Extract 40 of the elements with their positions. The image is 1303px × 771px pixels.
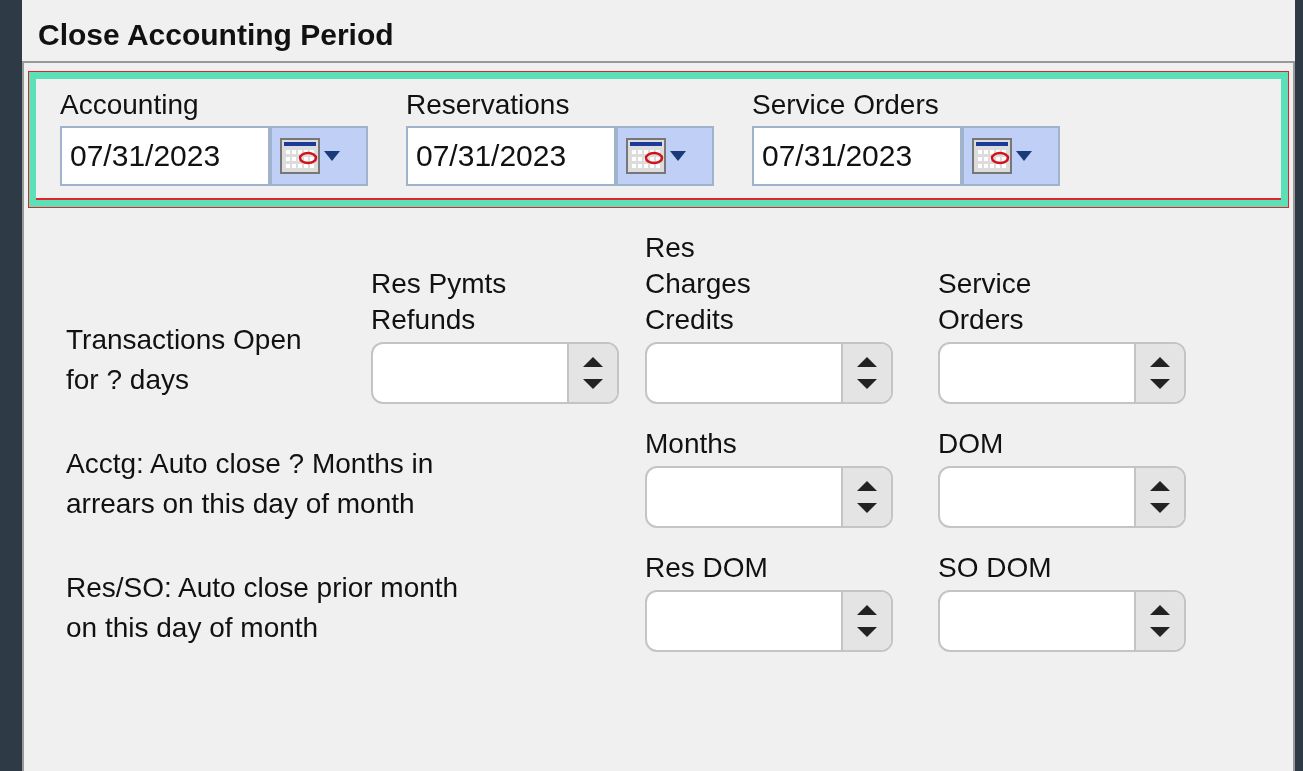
row-label: Acctg: Auto close ? Months in arrears on this day of month (66, 447, 435, 521)
down-arrow-icon[interactable] (583, 379, 603, 389)
date-field[interactable]: 07/31/2023 (752, 126, 962, 186)
field-header: SO DOM (938, 551, 1053, 585)
up-arrow-icon[interactable] (1150, 481, 1170, 491)
caret-icon (1016, 151, 1032, 161)
field-header: Res Pymts Refunds (371, 267, 508, 337)
field-header: DOM (938, 427, 1005, 461)
up-arrow-icon[interactable] (857, 357, 877, 367)
field-header: Res DOM (645, 551, 769, 585)
field-label: Reservations (406, 88, 571, 122)
up-arrow-icon[interactable] (1150, 605, 1170, 615)
calendar-icon (280, 138, 320, 174)
down-arrow-icon[interactable] (857, 503, 877, 513)
row-label: Transactions Open for ? days (66, 323, 303, 397)
calendar-icon (626, 138, 666, 174)
up-arrow-icon[interactable] (857, 481, 877, 491)
up-arrow-icon[interactable] (1150, 357, 1170, 367)
caret-icon (670, 151, 686, 161)
date-picker-button[interactable] (616, 126, 714, 186)
panel-title: Close Accounting Period (38, 18, 394, 51)
date-picker-button[interactable] (270, 126, 368, 186)
down-arrow-icon[interactable] (857, 627, 877, 637)
down-arrow-icon[interactable] (857, 379, 877, 389)
up-arrow-icon[interactable] (583, 357, 603, 367)
field-header: Months (645, 427, 738, 461)
calendar-icon (972, 138, 1012, 174)
row-label: Res/SO: Auto close prior month on this day of month (66, 571, 460, 645)
down-arrow-icon[interactable] (1150, 627, 1170, 637)
field-header: Res Charges Credits (645, 231, 752, 337)
up-arrow-icon[interactable] (857, 605, 877, 615)
field-header: Service Orders (938, 267, 1033, 337)
caret-icon (324, 151, 340, 161)
down-arrow-icon[interactable] (1150, 503, 1170, 513)
field-label: Service Orders (752, 88, 940, 122)
date-picker-button[interactable] (962, 126, 1060, 186)
down-arrow-icon[interactable] (1150, 379, 1170, 389)
field-label: Accounting (60, 88, 200, 122)
date-field[interactable]: 07/31/2023 (406, 126, 616, 186)
date-field[interactable]: 07/31/2023 (60, 126, 270, 186)
